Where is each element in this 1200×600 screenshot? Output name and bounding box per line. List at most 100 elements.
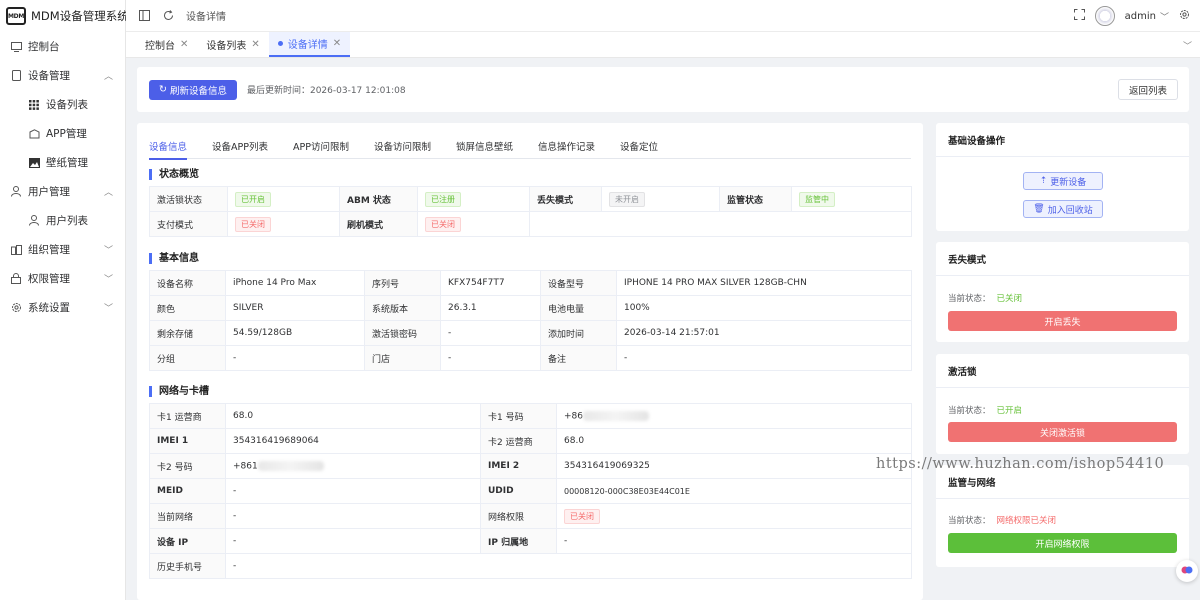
cell-label: UDID <box>480 478 557 504</box>
cell-value: 354316419069325 <box>556 453 912 479</box>
tab-operation-log[interactable]: 信息操作记录 <box>538 139 595 159</box>
close-icon[interactable]: ✕ <box>180 39 188 50</box>
status-overview-table: 激活锁状态 已开启 ABM 状态 已注册 丢失模式 未开启 监管状态 监管中 支… <box>149 186 912 237</box>
enable-lost-mode-button[interactable]: 开启丢失 <box>948 311 1177 331</box>
last-update-time: 最后更新时间：2026-03-17 12:01:08 <box>246 86 406 96</box>
cell-value: 00008120-000C38E03E44C01E <box>556 478 912 504</box>
cell-value: - <box>440 320 541 346</box>
sidebar-item-device-list[interactable]: 设备列表 <box>0 90 125 119</box>
chevron-down-icon[interactable]: ﹀ <box>1160 10 1169 23</box>
gear-icon[interactable] <box>1179 9 1190 23</box>
chevron-down-icon[interactable]: ﹀ <box>1183 39 1192 52</box>
watermark: https://www.huzhan.com/ishop54410 <box>876 456 1165 472</box>
app-logo: MDM MDM设备管理系统 <box>0 0 129 32</box>
cell-label: 刷机模式 <box>339 211 418 237</box>
sidebar-item-permission-mgmt[interactable]: 权限管理 ﹀ <box>0 264 125 293</box>
cell-label: ABM 状态 <box>339 186 418 212</box>
assistant-float-button[interactable] <box>1176 560 1198 582</box>
sidebar-item-user-mgmt[interactable]: 用户管理 ︿ <box>0 177 125 206</box>
sidebar-item-label: 组织管理 <box>28 244 70 256</box>
cell-label: 备注 <box>540 345 617 371</box>
collapse-sidebar-icon[interactable] <box>138 10 150 22</box>
sidebar-item-label: 控制台 <box>28 41 60 53</box>
table-row: 设备名称 iPhone 14 Pro Max 序列号 KFX754F7T7 设备型号… <box>149 270 912 296</box>
cell-label: 系统版本 <box>364 295 441 321</box>
refresh-device-button[interactable]: ↻ 刷新设备信息 <box>149 79 237 100</box>
tab-device-list[interactable]: 设备列表 ✕ <box>197 32 268 57</box>
refresh-icon: ↻ <box>159 84 167 95</box>
tab-label: 设备列表 <box>206 41 247 52</box>
cell-label: 历史手机号 <box>149 553 226 579</box>
table-row: MEID - UDID 00008120-000C38E03E44C01E <box>149 478 912 504</box>
tab-device-detail[interactable]: 设备详情 ✕ <box>268 32 351 57</box>
brain-icon <box>1181 564 1193 579</box>
back-to-list-button[interactable]: 返回列表 <box>1117 79 1178 100</box>
tab-device-location[interactable]: 设备定位 <box>620 139 658 159</box>
sidebar-item-label: 壁纸管理 <box>46 157 88 169</box>
breadcrumb: 设备详情 <box>186 12 226 23</box>
chevron-up-icon: ︿ <box>103 72 113 82</box>
cell-label: 激活锁状态 <box>149 186 228 212</box>
cell-value: iPhone 14 Pro Max <box>225 270 365 296</box>
chevron-down-icon: ﹀ <box>103 246 113 256</box>
tab-dashboard[interactable]: 控制台 ✕ <box>136 32 197 57</box>
refresh-icon[interactable] <box>162 10 174 22</box>
cell-value: 监管中 <box>791 186 912 212</box>
page-tabs: 控制台 ✕ 设备列表 ✕ 设备详情 ✕ ﹀ <box>126 32 1200 58</box>
network-table: 卡1 运营商 68.0 卡1 号码 +86 IMEI 1 35431641968906… <box>149 403 912 579</box>
table-row: 设备 IP - IP 归属地 - <box>149 528 912 554</box>
status-label: 当前状态： <box>948 406 991 416</box>
sidebar-item-wallpaper-mgmt[interactable]: 壁纸管理 <box>0 148 125 177</box>
tab-device-info[interactable]: 设备信息 <box>149 139 188 160</box>
enable-network-button[interactable]: 开启网络权限 <box>948 533 1177 553</box>
network-ctrl-card: 监管与网络 当前状态： 网络权限已关闭 开启网络权限 <box>936 465 1189 567</box>
close-icon[interactable]: ✕ <box>333 38 341 49</box>
update-device-button[interactable]: ⇡ 更新设备 <box>1023 172 1103 190</box>
monitor-icon <box>10 41 22 53</box>
tab-lockscreen-wallpaper[interactable]: 锁屏信息壁纸 <box>456 139 513 159</box>
logo-icon: MDM <box>6 7 26 25</box>
tab-device-restrictions[interactable]: 设备访问限制 <box>374 139 431 159</box>
cell-value: 68.0 <box>556 428 912 454</box>
avatar[interactable] <box>1094 6 1115 26</box>
sidebar-item-app-mgmt[interactable]: APP管理 <box>0 119 125 148</box>
cell-label: 监管状态 <box>719 186 792 212</box>
status-badge: 已关闭 <box>564 508 600 524</box>
cell-value: 100% <box>616 295 912 321</box>
cell-label: 设备型号 <box>540 270 617 296</box>
sidebar-item-user-list[interactable]: 用户列表 <box>0 206 125 235</box>
cell-value: - <box>556 528 912 554</box>
tab-app-restrictions[interactable]: APP访问限制 <box>293 139 349 159</box>
cell-value: SILVER <box>225 295 365 321</box>
button-label: 刷新设备信息 <box>169 85 227 97</box>
sidebar-item-label: 用户管理 <box>28 186 70 198</box>
chevron-up-icon: ︿ <box>103 188 113 198</box>
card-title: 激活锁 <box>936 354 1189 388</box>
section-title-network: 网络与卡槽 <box>149 386 209 397</box>
sidebar-item-device-mgmt[interactable]: 设备管理 ︿ <box>0 61 125 90</box>
fullscreen-icon[interactable] <box>1073 9 1085 23</box>
sidebar-item-label: 系统设置 <box>28 302 70 314</box>
device-detail-panel: 设备信息 设备APP列表 APP访问限制 设备访问限制 锁屏信息壁纸 信息操作记… <box>137 123 923 600</box>
cell-value: - <box>616 345 912 371</box>
tab-device-apps[interactable]: 设备APP列表 <box>212 139 268 159</box>
detail-tabs: 设备信息 设备APP列表 APP访问限制 设备访问限制 锁屏信息壁纸 信息操作记… <box>149 139 911 160</box>
cell-value: 2026-03-14 21:57:01 <box>616 320 912 346</box>
user-name[interactable]: admin <box>1125 11 1156 22</box>
cell-value: 已注册 <box>417 186 530 212</box>
sidebar-item-system-settings[interactable]: 系统设置 ﹀ <box>0 293 125 322</box>
sidebar-item-org-mgmt[interactable]: 组织管理 ﹀ <box>0 235 125 264</box>
close-icon[interactable]: ✕ <box>251 39 259 50</box>
cell-label: IP 归属地 <box>480 528 557 554</box>
chevron-down-icon: ﹀ <box>103 275 113 285</box>
cell-label: 卡2 运营商 <box>480 428 557 454</box>
card-title: 基础设备操作 <box>936 123 1189 157</box>
app-icon <box>28 128 40 140</box>
sidebar-item-dashboard[interactable]: 控制台 <box>0 32 125 61</box>
add-to-recycle-button[interactable]: 🗑 加入回收站 <box>1023 200 1103 218</box>
gear-icon <box>10 302 22 314</box>
table-row: 激活锁状态 已开启 ABM 状态 已注册 丢失模式 未开启 监管状态 监管中 <box>149 186 912 212</box>
disable-activation-lock-button[interactable]: 关闭激活锁 <box>948 422 1177 442</box>
status-value: 网络权限已关闭 <box>996 516 1057 526</box>
table-row: 卡2 号码 +861 IMEI 2 354316419069325 <box>149 453 912 479</box>
